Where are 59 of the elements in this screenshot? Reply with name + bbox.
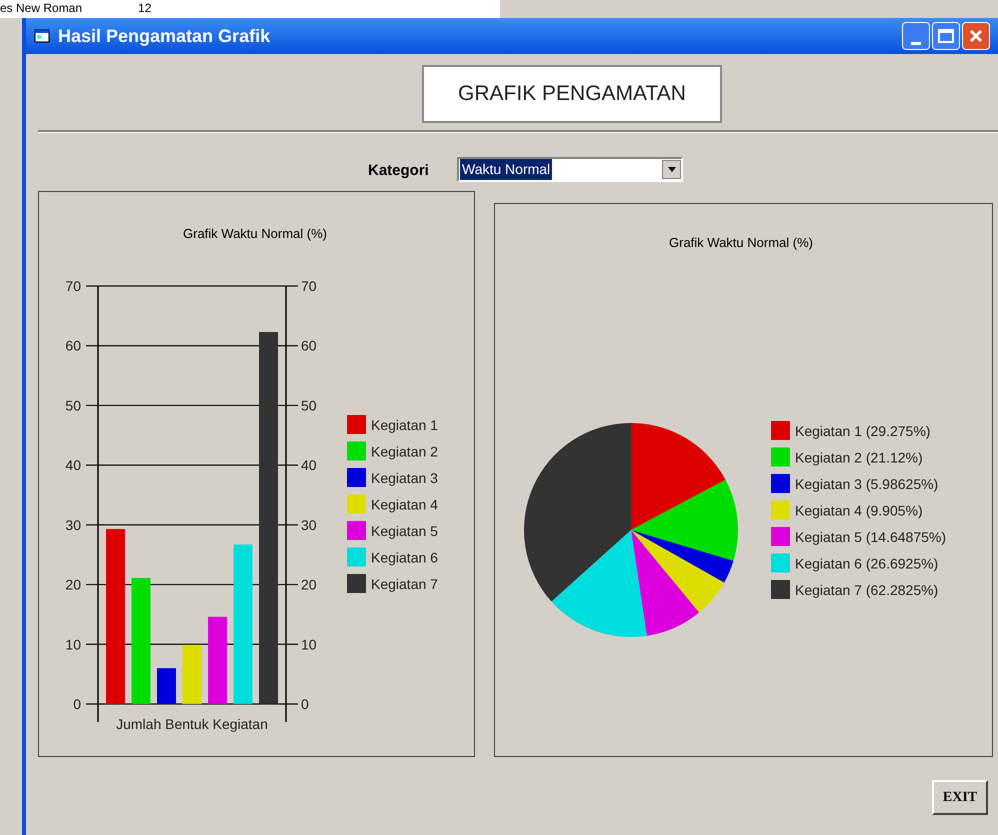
axis-tick-label: 20: [65, 576, 81, 593]
close-icon: [969, 29, 983, 43]
axis-tick-label: 10: [65, 636, 81, 652]
axis-tick-label: 50: [65, 397, 81, 414]
legend-label: Kegiatan 3: [371, 470, 438, 486]
legend-label: Kegiatan 6 (26.6925%): [795, 556, 938, 572]
legend-label: Kegiatan 2: [371, 444, 438, 460]
chart-title: Grafik Waktu Normal (%): [183, 226, 327, 241]
legend-swatch: [771, 527, 790, 546]
legend-label: Kegiatan 1 (29.275%): [795, 423, 930, 439]
legend-swatch: [347, 415, 366, 434]
legend-label: Kegiatan 6: [371, 550, 438, 566]
axis-tick-label: 10: [301, 636, 317, 652]
exit-button[interactable]: EXIT: [932, 780, 988, 815]
legend-swatch: [347, 574, 366, 593]
legend-label: Kegiatan 4: [371, 496, 438, 512]
heading-label: GRAFIK PENGAMATAN: [422, 65, 722, 123]
legend-label: Kegiatan 3 (5.98625%): [795, 476, 938, 492]
window-icon: [34, 29, 50, 43]
axis-tick-label: 20: [301, 576, 317, 593]
axis-tick-label: 60: [65, 338, 81, 354]
axis-tick-label: 30: [65, 516, 81, 533]
axis-tick-label: 0: [301, 696, 309, 712]
chart-title: Grafik Waktu Normal (%): [669, 235, 813, 250]
font-name-text: es New Roman: [0, 0, 82, 16]
font-size-text: 12: [138, 0, 152, 16]
axis-tick-label: 30: [301, 516, 317, 533]
legend-swatch: [771, 554, 790, 572]
legend-label: Kegiatan 2 (21.12%): [795, 450, 923, 466]
legend-swatch: [771, 580, 790, 599]
axis-tick-label: 40: [65, 457, 81, 474]
legend-swatch: [771, 421, 790, 440]
legend-label: Kegiatan 5 (14.64875%): [795, 529, 946, 545]
legend-label: Kegiatan 7: [371, 576, 438, 592]
axis-tick-label: 70: [65, 278, 81, 294]
axis-tick-label: 60: [301, 338, 317, 354]
legend-label: Kegiatan 1: [371, 417, 438, 433]
legend-swatch: [771, 500, 790, 520]
legend-swatch: [347, 521, 366, 540]
legend-swatch: [771, 448, 790, 466]
legend-swatch: [347, 494, 366, 514]
axis-tick-label: 40: [301, 457, 317, 474]
window-title: Hasil Pengamatan Grafik: [58, 24, 270, 48]
close-button[interactable]: [962, 22, 990, 50]
axis-tick-label: 0: [73, 696, 81, 712]
legend-swatch: [347, 548, 366, 566]
kategori-dropdown[interactable]: Waktu Normal: [457, 157, 683, 182]
legend-swatch: [771, 474, 790, 493]
axis-tick-label: 50: [301, 397, 317, 414]
maximize-button[interactable]: [932, 22, 960, 50]
axis-tick-label: 70: [301, 278, 317, 294]
legend-label: Kegiatan 7 (62.2825%): [795, 582, 938, 598]
minimize-button[interactable]: [902, 22, 930, 50]
axis-label: Jumlah Bentuk Kegiatan: [116, 716, 268, 732]
legend-swatch: [347, 468, 366, 487]
kategori-label: Kategori: [368, 161, 429, 181]
legend-label: Kegiatan 5: [371, 523, 438, 539]
legend-swatch: [347, 442, 366, 460]
legend-label: Kegiatan 4 (9.905%): [795, 502, 923, 518]
